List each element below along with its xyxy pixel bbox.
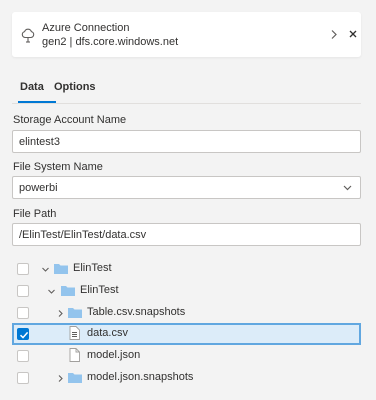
- tree-item-label: model.json.snapshots: [87, 371, 194, 383]
- row-checkbox[interactable]: [17, 328, 29, 340]
- file-system-label: File System Name: [13, 161, 103, 173]
- chevron-right-icon[interactable]: [56, 309, 65, 318]
- file-system-value: powerbi: [19, 182, 58, 194]
- chevron-down-icon[interactable]: [47, 287, 56, 296]
- tree-row-selected[interactable]: data.csv: [12, 323, 361, 345]
- tree-row[interactable]: ElinTest: [12, 280, 361, 302]
- tab-data[interactable]: Data: [20, 81, 44, 93]
- tab-options[interactable]: Options: [54, 81, 96, 93]
- chevron-right-icon[interactable]: [56, 374, 65, 383]
- chevron-down-icon[interactable]: [41, 265, 50, 274]
- tree-row[interactable]: Table.csv.snapshots: [12, 302, 361, 324]
- row-checkbox[interactable]: [17, 372, 29, 384]
- active-tab-indicator: [18, 101, 56, 103]
- chevron-down-icon: [343, 185, 352, 191]
- tree-item-label: model.json: [87, 349, 141, 361]
- folder-icon: [68, 308, 82, 318]
- tab-bar: Data Options: [12, 78, 361, 104]
- checkmark-icon: [19, 331, 29, 339]
- row-checkbox[interactable]: [17, 350, 29, 362]
- tree-item-label: Table.csv.snapshots: [87, 306, 186, 318]
- connection-subtitle: gen2 | dfs.core.windows.net: [42, 36, 179, 48]
- tree-item-label: data.csv: [87, 327, 128, 339]
- tree-row[interactable]: model.json: [12, 345, 361, 367]
- close-icon[interactable]: [348, 29, 358, 39]
- tree-row[interactable]: model.json.snapshots: [12, 367, 361, 389]
- folder-icon: [54, 264, 68, 274]
- file-path-input[interactable]: /ElinTest/ElinTest/data.csv: [12, 223, 361, 246]
- tree-row[interactable]: ElinTest: [12, 258, 361, 280]
- azure-connection-panel: Azure Connection gen2 | dfs.core.windows…: [0, 0, 376, 400]
- file-icon: [69, 348, 80, 362]
- connection-card[interactable]: Azure Connection gen2 | dfs.core.windows…: [12, 12, 361, 57]
- cloud-icon: [21, 28, 35, 43]
- tree-item-label: ElinTest: [80, 284, 119, 296]
- chevron-right-icon[interactable]: [330, 29, 338, 40]
- file-system-select[interactable]: powerbi: [12, 176, 361, 199]
- csv-file-icon: [69, 326, 80, 340]
- connection-title: Azure Connection: [42, 22, 130, 34]
- folder-icon: [61, 286, 75, 296]
- storage-account-label: Storage Account Name: [13, 114, 127, 126]
- row-checkbox[interactable]: [17, 307, 29, 319]
- tree-item-label: ElinTest: [73, 262, 112, 274]
- connection-text: Azure Connection gen2 | dfs.core.windows…: [42, 21, 178, 49]
- folder-icon: [68, 373, 82, 383]
- row-checkbox[interactable]: [17, 263, 29, 275]
- storage-account-input[interactable]: elintest3: [12, 130, 361, 153]
- row-checkbox[interactable]: [17, 285, 29, 297]
- file-path-label: File Path: [13, 208, 57, 220]
